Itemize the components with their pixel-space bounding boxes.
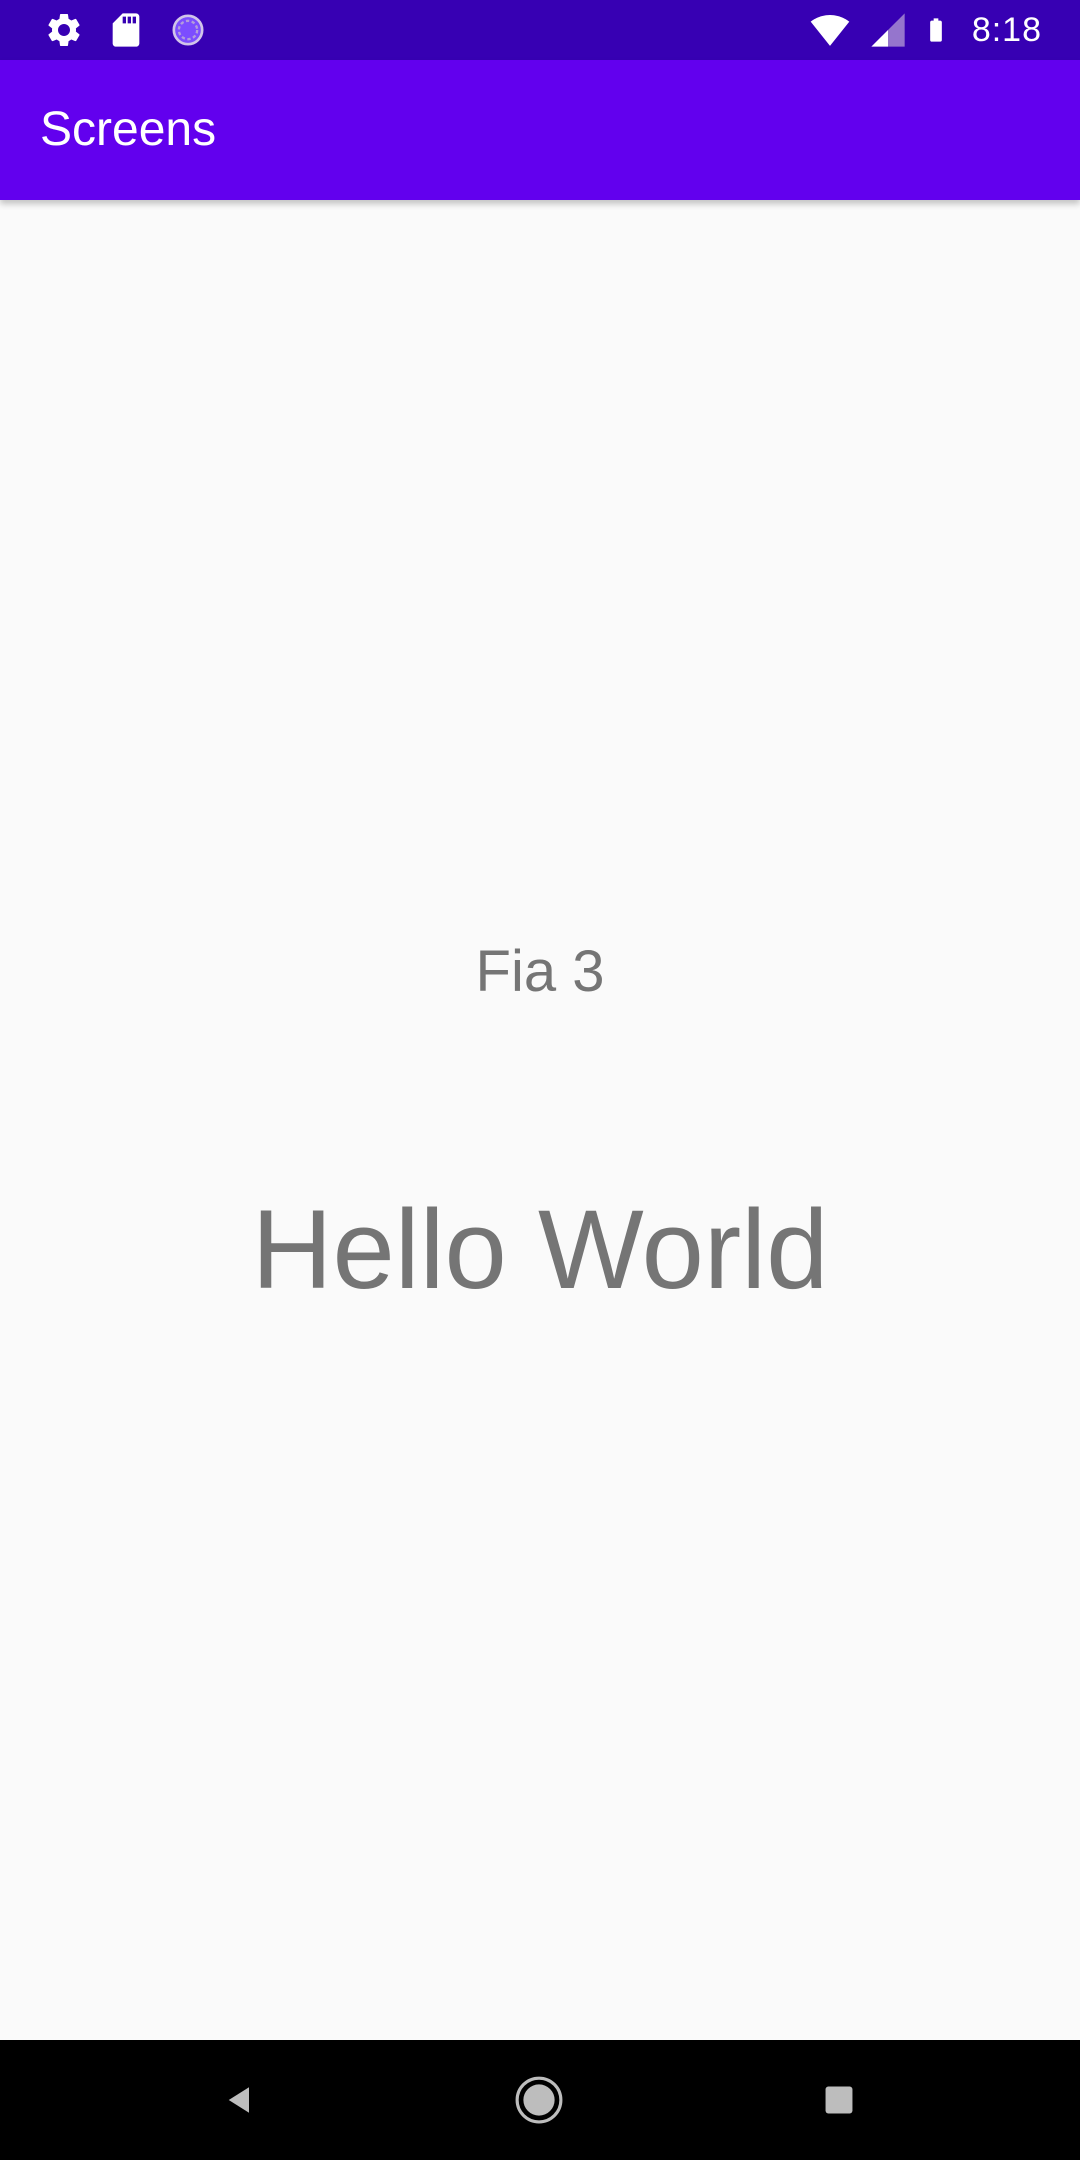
sync-progress-icon [172,14,204,46]
home-button[interactable] [509,2070,569,2130]
cell-signal-icon [871,13,905,47]
app-bar: Screens [0,60,1080,200]
recents-icon [825,2086,853,2114]
sd-card-icon [112,13,140,47]
screen-subtitle: Fia 3 [475,939,605,1004]
wifi-icon [810,15,850,46]
back-icon [228,2087,249,2113]
back-button[interactable] [210,2070,270,2130]
status-bar-left-icons [44,0,208,60]
settings-icon [48,13,80,46]
navigation-bar [0,2040,1080,2160]
status-clock: 8:18 [971,10,1042,49]
battery-icon [929,18,942,42]
status-bar: 8:18 [0,0,1080,60]
main-content: Fia 3 Hello World [0,200,1080,2040]
app-title: Screens [40,103,217,156]
home-icon [515,2076,563,2124]
hello-message: Hello World [251,1187,829,1312]
status-bar-right-icons: 8:18 [806,0,1042,60]
recents-button[interactable] [809,2070,869,2130]
